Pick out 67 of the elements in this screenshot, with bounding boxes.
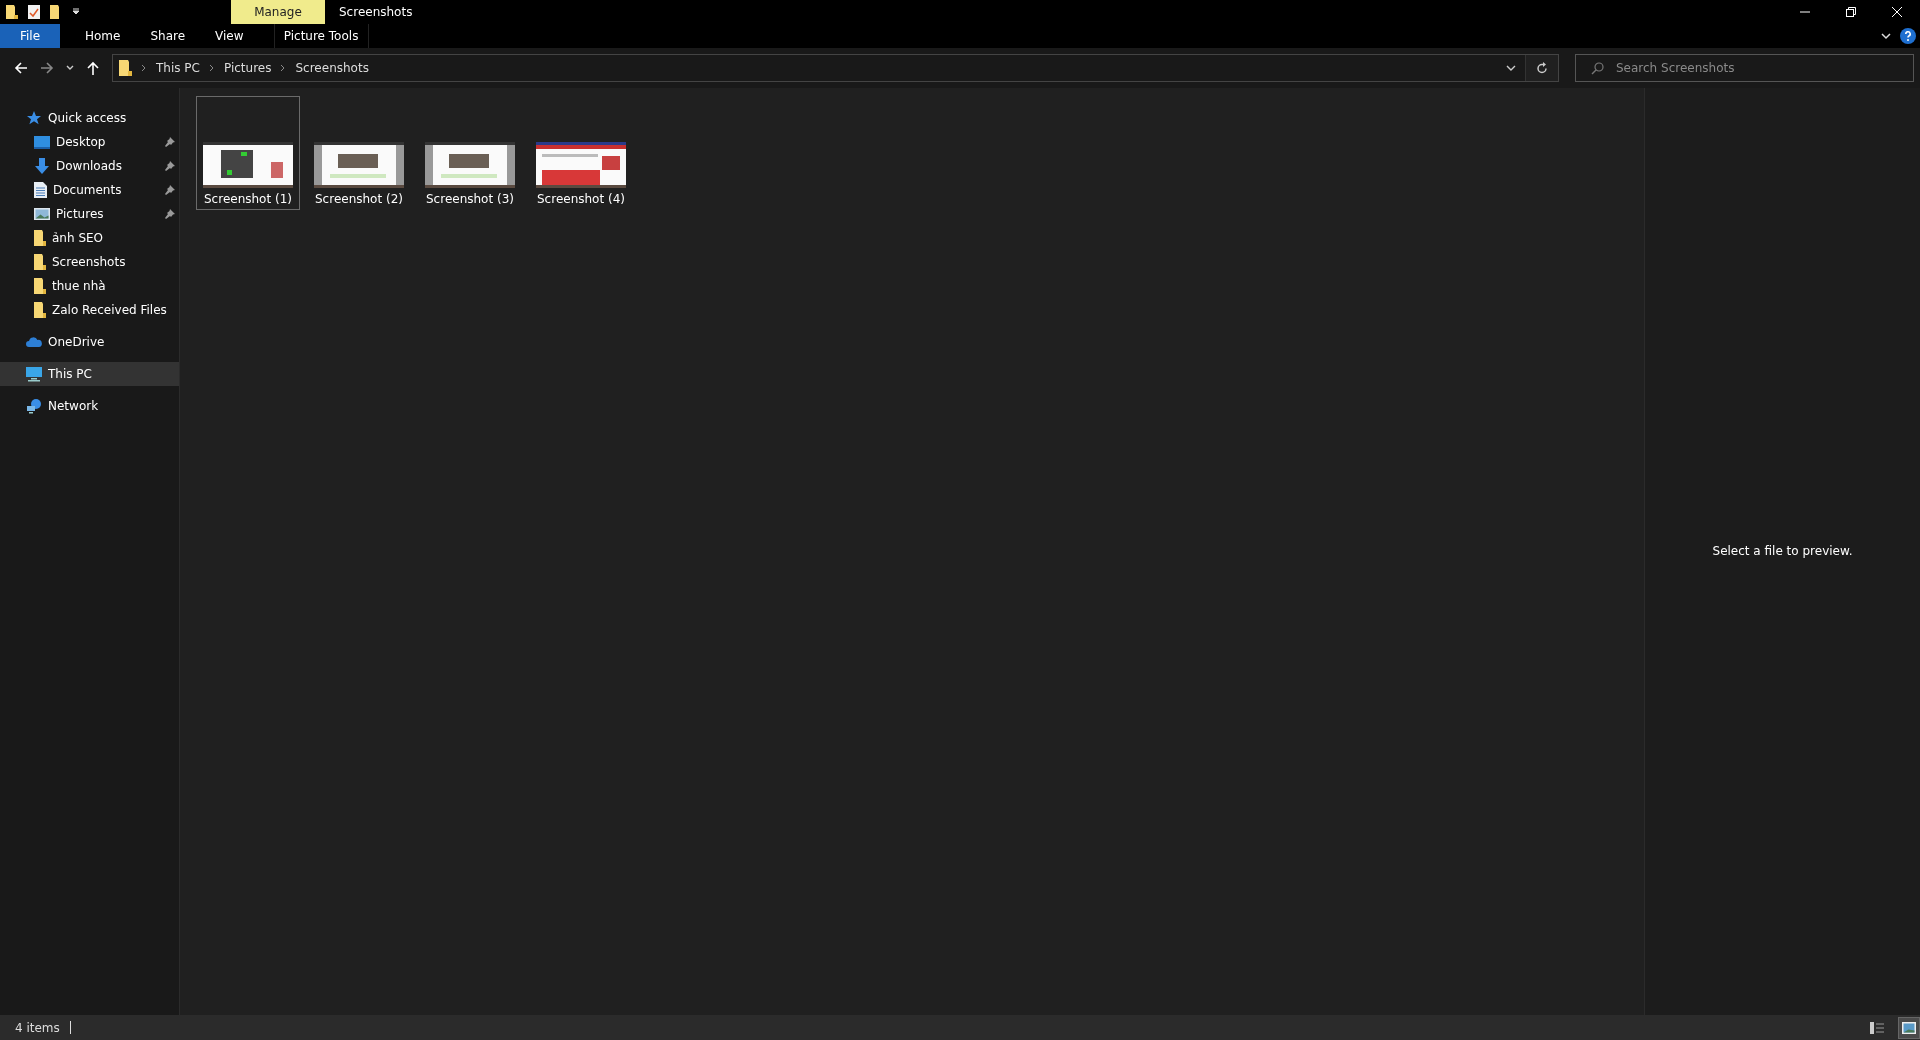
- expand-ribbon-icon[interactable]: [1880, 31, 1892, 41]
- nav-item[interactable]: thue nhà: [0, 274, 179, 298]
- folder-icon: [34, 254, 46, 270]
- desktop-icon: [34, 135, 50, 149]
- computer-icon: [26, 366, 42, 382]
- nav-item[interactable]: Quick access: [0, 106, 179, 130]
- properties-icon[interactable]: [28, 5, 40, 19]
- search-icon: [1591, 61, 1604, 75]
- pin-icon[interactable]: [165, 185, 175, 195]
- nav-item[interactable]: This PC: [0, 362, 179, 386]
- search-field[interactable]: Search Screenshots: [1575, 54, 1914, 82]
- nav-item[interactable]: Screenshots: [0, 250, 179, 274]
- breadcrumb[interactable]: Pictures: [223, 61, 272, 75]
- folder-icon: [34, 302, 46, 318]
- folder-icon[interactable]: [6, 5, 18, 19]
- pin-icon[interactable]: [165, 161, 175, 171]
- ribbon-tab[interactable]: Home: [70, 24, 136, 48]
- chevron-icon[interactable]: [141, 64, 147, 72]
- folder-icon: [119, 60, 132, 76]
- back-arrow-icon[interactable]: [14, 61, 28, 75]
- forward-arrow-icon[interactable]: [40, 61, 54, 75]
- help-icon[interactable]: [1900, 28, 1916, 44]
- customize-caret-icon[interactable]: [72, 8, 80, 16]
- nav-item[interactable]: Downloads: [0, 154, 179, 178]
- pin-icon[interactable]: [165, 137, 175, 147]
- document-icon: [34, 182, 47, 198]
- download-arrow-icon: [34, 158, 50, 174]
- window-title: Screenshots: [339, 5, 413, 19]
- refresh-button[interactable]: [1525, 55, 1558, 81]
- refresh-icon: [1536, 62, 1548, 74]
- chevron-icon[interactable]: [280, 64, 287, 72]
- item-count: 4 items: [15, 1020, 60, 1035]
- ribbon-tab[interactable]: View: [200, 24, 259, 48]
- folder-icon: [34, 230, 46, 246]
- context-tab-header: Manage: [231, 0, 325, 24]
- file-item[interactable]: Screenshot (1): [196, 96, 300, 210]
- up-arrow-icon[interactable]: [86, 61, 100, 75]
- pictures-icon: [34, 208, 50, 220]
- star-icon: [26, 110, 42, 126]
- address-bar[interactable]: This PC Pictures Screenshots: [112, 54, 1559, 82]
- folder-icon: [34, 278, 46, 294]
- breadcrumb[interactable]: Screenshots: [295, 61, 369, 75]
- preview-message: Select a file to preview.: [1712, 543, 1853, 558]
- ribbon-tab[interactable]: File: [0, 24, 60, 48]
- nav-item[interactable]: Pictures: [0, 202, 179, 226]
- file-item[interactable]: Screenshot (4): [529, 96, 633, 210]
- search-input[interactable]: Search Screenshots: [1614, 60, 1913, 76]
- file-item[interactable]: Screenshot (2): [307, 96, 411, 210]
- new-folder-icon[interactable]: [50, 5, 62, 19]
- breadcrumb[interactable]: This PC: [156, 61, 200, 75]
- nav-item[interactable]: Zalo Received Files: [0, 298, 179, 322]
- pin-icon[interactable]: [165, 209, 175, 219]
- nav-item[interactable]: Documents: [0, 178, 179, 202]
- nav-item[interactable]: ảnh SEO: [0, 226, 179, 250]
- nav-item[interactable]: Network: [0, 394, 179, 418]
- network-icon: [26, 398, 42, 414]
- nav-item[interactable]: OneDrive: [0, 330, 179, 354]
- chevron-icon[interactable]: [208, 64, 215, 72]
- nav-item[interactable]: Desktop: [0, 130, 179, 154]
- details-view-icon: [1870, 1021, 1884, 1034]
- large-icons-view-icon: [1902, 1021, 1916, 1034]
- dropdown-caret-icon[interactable]: [1506, 64, 1516, 72]
- recent-caret-icon[interactable]: [66, 65, 74, 71]
- ribbon-tab[interactable]: Share: [135, 24, 201, 48]
- cloud-icon: [26, 336, 42, 348]
- file-item[interactable]: Screenshot (3): [418, 96, 522, 210]
- large-icons-view-button[interactable]: [1898, 1016, 1920, 1039]
